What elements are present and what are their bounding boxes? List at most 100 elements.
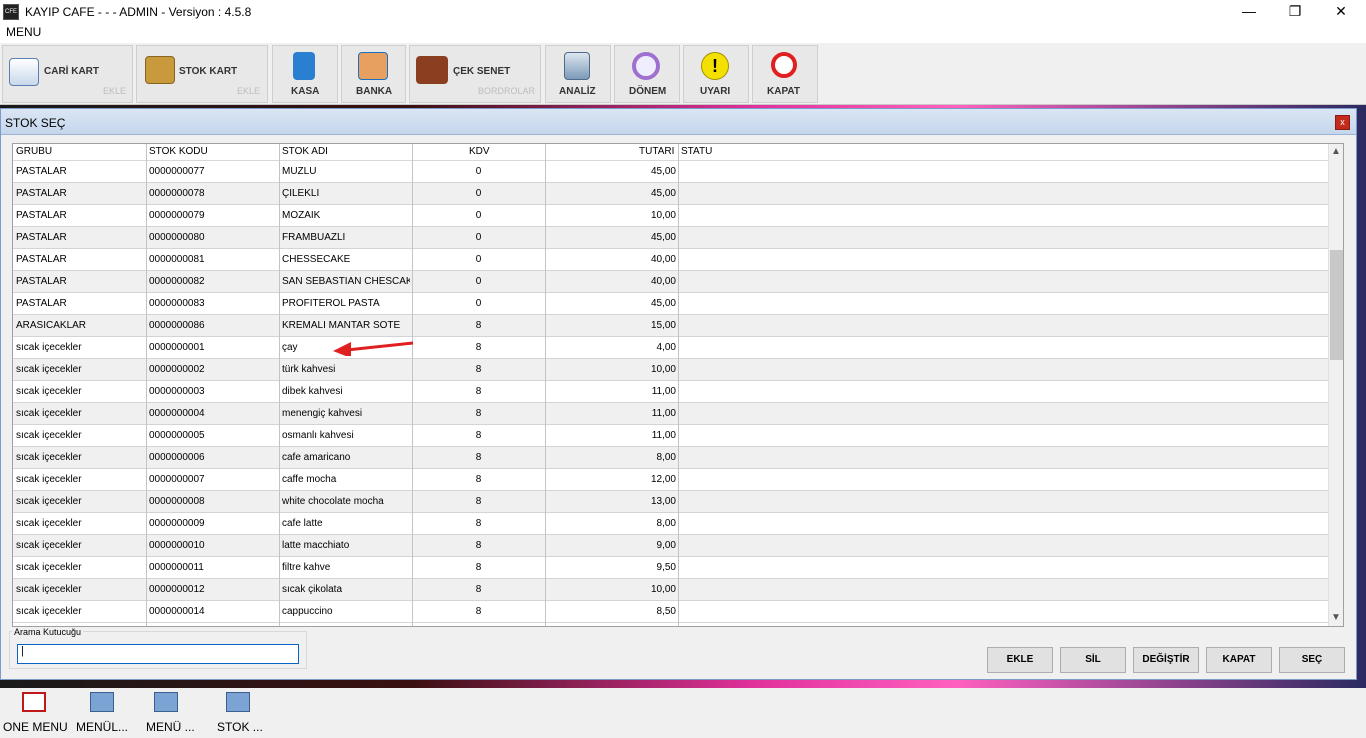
table-row[interactable]: PASTALAR 0000000080 FRAMBUAZLI 0 45,00	[13, 227, 1329, 249]
cell-stok-kodu: 0000000004	[149, 408, 205, 419]
minimize-button[interactable]: —	[1226, 0, 1272, 23]
table-row[interactable]: PASTALAR 0000000079 MOZAİK 0 10,00	[13, 205, 1329, 227]
window-icon	[154, 692, 178, 712]
cell-tutari: 8,50	[656, 606, 676, 617]
col-stok-adi[interactable]: STOK ADI	[282, 146, 328, 157]
search-label: Arama Kutucuğu	[12, 627, 84, 637]
taskbar-item[interactable]: MENÜL...	[76, 692, 128, 734]
scroll-up-icon[interactable]: ▲	[1331, 146, 1341, 157]
stok-kart-button[interactable]: STOK KART EKLE	[136, 45, 268, 103]
cell-kdv: 8	[475, 452, 482, 463]
cell-stok-kodu: 0000000006	[149, 452, 205, 463]
table-row[interactable]: PASTALAR 0000000082 SAN SEBASTİAN CHESCAKI…	[13, 271, 1329, 293]
cell-stok-kodu: 0000000005	[149, 430, 205, 441]
cell-grubu: sıcak içecekler	[16, 562, 82, 573]
contact-card-icon	[9, 58, 39, 86]
table-row[interactable]: PASTALAR 0000000077 MUZLU 0 45,00	[13, 161, 1329, 183]
col-kdv[interactable]: KDV	[469, 146, 490, 157]
cell-stok-adi: caffe mocha	[282, 474, 337, 485]
table-row[interactable]: sıcak içecekler 0000000001 çay 8 4,00	[13, 337, 1329, 359]
col-statu[interactable]: STATU	[681, 146, 712, 157]
cell-stok-adi: menengiç kahvesi	[282, 408, 363, 419]
col-stok-kodu[interactable]: STOK KODU	[149, 146, 208, 157]
table-row[interactable]: PASTALAR 0000000078 ÇİLEKLİ 0 45,00	[13, 183, 1329, 205]
table-row[interactable]: sıcak içecekler 0000000008 white chocolate…	[13, 491, 1329, 513]
cell-stok-adi: KREMALI MANTAR SOTE	[282, 320, 401, 331]
sec-button[interactable]: SEÇ	[1279, 647, 1345, 673]
kasa-label: KASA	[291, 86, 320, 97]
taskbar-label: MENÜ ...	[146, 720, 195, 734]
cell-stok-kodu: 0000000079	[149, 210, 205, 221]
table-row[interactable]: sıcak içecekler 0000000005 osmanlı kahvesi…	[13, 425, 1329, 447]
cell-stok-adi: cappuccino	[282, 606, 333, 617]
table-row[interactable]: sıcak içecekler 0000000007 caffe mocha 8 12,…	[13, 469, 1329, 491]
cell-stok-adi: türk kahvesi	[282, 364, 336, 375]
cell-tutari: 4,00	[656, 342, 676, 353]
table-row[interactable]: PASTALAR 0000000081 CHESSECAKE 0 40,00	[13, 249, 1329, 271]
cell-grubu: PASTALAR	[16, 188, 67, 199]
cell-tutari: 11,00	[651, 430, 676, 441]
cell-stok-kodu: 0000000012	[149, 584, 205, 595]
cell-kdv: 8	[475, 342, 482, 353]
scroll-down-icon[interactable]: ▼	[1331, 612, 1341, 623]
cell-stok-kodu: 0000000001	[149, 342, 205, 353]
maximize-button[interactable]: ❐	[1272, 0, 1318, 23]
ekle-button[interactable]: EKLE	[987, 647, 1053, 673]
col-tutari[interactable]: TUTARI	[639, 146, 674, 157]
search-input[interactable]: |	[17, 644, 299, 664]
table-row[interactable]: sıcak içecekler 0000000011 filtre kahve 8 9,…	[13, 557, 1329, 579]
cell-stok-adi: filtre kahve	[282, 562, 331, 573]
col-grubu[interactable]: GRUBU	[16, 146, 52, 157]
table-row[interactable]: PASTALAR 0000000083 PROFİTEROL PASTA 0 45,00	[13, 293, 1329, 315]
col-divider	[678, 144, 679, 626]
donem-button[interactable]: DÖNEM	[614, 45, 680, 103]
cek-senet-sub: BORDROLAR	[478, 86, 536, 96]
analiz-button[interactable]: ANALİZ	[545, 45, 611, 103]
kapat-toolbar-button[interactable]: KAPAT	[752, 45, 818, 103]
app-icon: CFE	[3, 3, 19, 20]
cek-senet-button[interactable]: ÇEK SENET BORDROLAR	[409, 45, 541, 103]
banka-button[interactable]: BANKA	[341, 45, 406, 103]
cell-grubu: sıcak içecekler	[16, 496, 82, 507]
cell-stok-adi: cafe amaricano	[282, 452, 351, 463]
uyari-button[interactable]: ! UYARI	[683, 45, 749, 103]
cell-grubu: PASTALAR	[16, 298, 67, 309]
cell-grubu: sıcak içecekler	[16, 584, 82, 595]
vertical-scrollbar[interactable]: ▲ ▼	[1328, 144, 1343, 626]
table-row[interactable]: sıcak içecekler 0000000004 menengiç kahves…	[13, 403, 1329, 425]
cell-stok-adi: ÇİLEKLİ	[282, 188, 320, 199]
dialog-close-button[interactable]: x	[1335, 115, 1350, 130]
cell-kdv: 8	[475, 408, 482, 419]
degistir-button[interactable]: DEĞİŞTİR	[1133, 647, 1199, 673]
kapat-button[interactable]: KAPAT	[1206, 647, 1272, 673]
table-row[interactable]: sıcak içecekler 0000000012 sıcak çikolata 8…	[13, 579, 1329, 601]
cell-stok-adi: sıcak çikolata	[282, 584, 343, 595]
table-row[interactable]: sıcak içecekler 0000000009 cafe latte 8 8,00	[13, 513, 1329, 535]
cari-kart-button[interactable]: CARİ KART EKLE	[2, 45, 133, 103]
table-row[interactable]: sıcak içecekler 0000000002 türk kahvesi 8 10…	[13, 359, 1329, 381]
table-row[interactable]: ARASICAKLAR 0000000086 KREMALI MANTAR SOTE…	[13, 315, 1329, 337]
cell-stok-kodu: 0000000083	[149, 298, 205, 309]
taskbar-item[interactable]: MENÜ ...	[146, 692, 195, 734]
scroll-thumb[interactable]	[1330, 250, 1343, 360]
col-divider	[146, 144, 147, 626]
menu-item[interactable]: MENU	[6, 25, 41, 39]
briefcase-icon	[416, 56, 448, 84]
cell-stok-kodu: 0000000081	[149, 254, 205, 265]
taskbar-item[interactable]: ONE MENU	[3, 692, 68, 734]
close-button[interactable]: ✕	[1318, 0, 1364, 23]
cell-tutari: 40,00	[650, 254, 676, 265]
kapat-toolbar-label: KAPAT	[767, 86, 800, 97]
table-row[interactable]: sıcak içecekler 0000000010 latte macchiato…	[13, 535, 1329, 557]
table-row[interactable]: sıcak içecekler 0000000014 cappuccino 8 8,50	[13, 601, 1329, 623]
table-row[interactable]: sıcak içecekler 0000000006 cafe amaricano 8…	[13, 447, 1329, 469]
taskbar-item[interactable]: STOK ...	[217, 692, 263, 734]
books-icon	[564, 52, 590, 80]
sil-button[interactable]: SİL	[1060, 647, 1126, 673]
cell-kdv: 0	[475, 232, 482, 243]
kasa-button[interactable]: KASA	[272, 45, 338, 103]
stock-grid[interactable]: GRUBU STOK KODU STOK ADI KDV TUTARI STAT…	[12, 143, 1344, 627]
banka-label: BANKA	[356, 86, 393, 97]
table-row[interactable]: sıcak içecekler 0000000003 dibek kahvesi 8 1…	[13, 381, 1329, 403]
stok-sec-dialog: STOK SEÇ x GRUBU STOK KODU STOK ADI KDV …	[0, 108, 1357, 680]
